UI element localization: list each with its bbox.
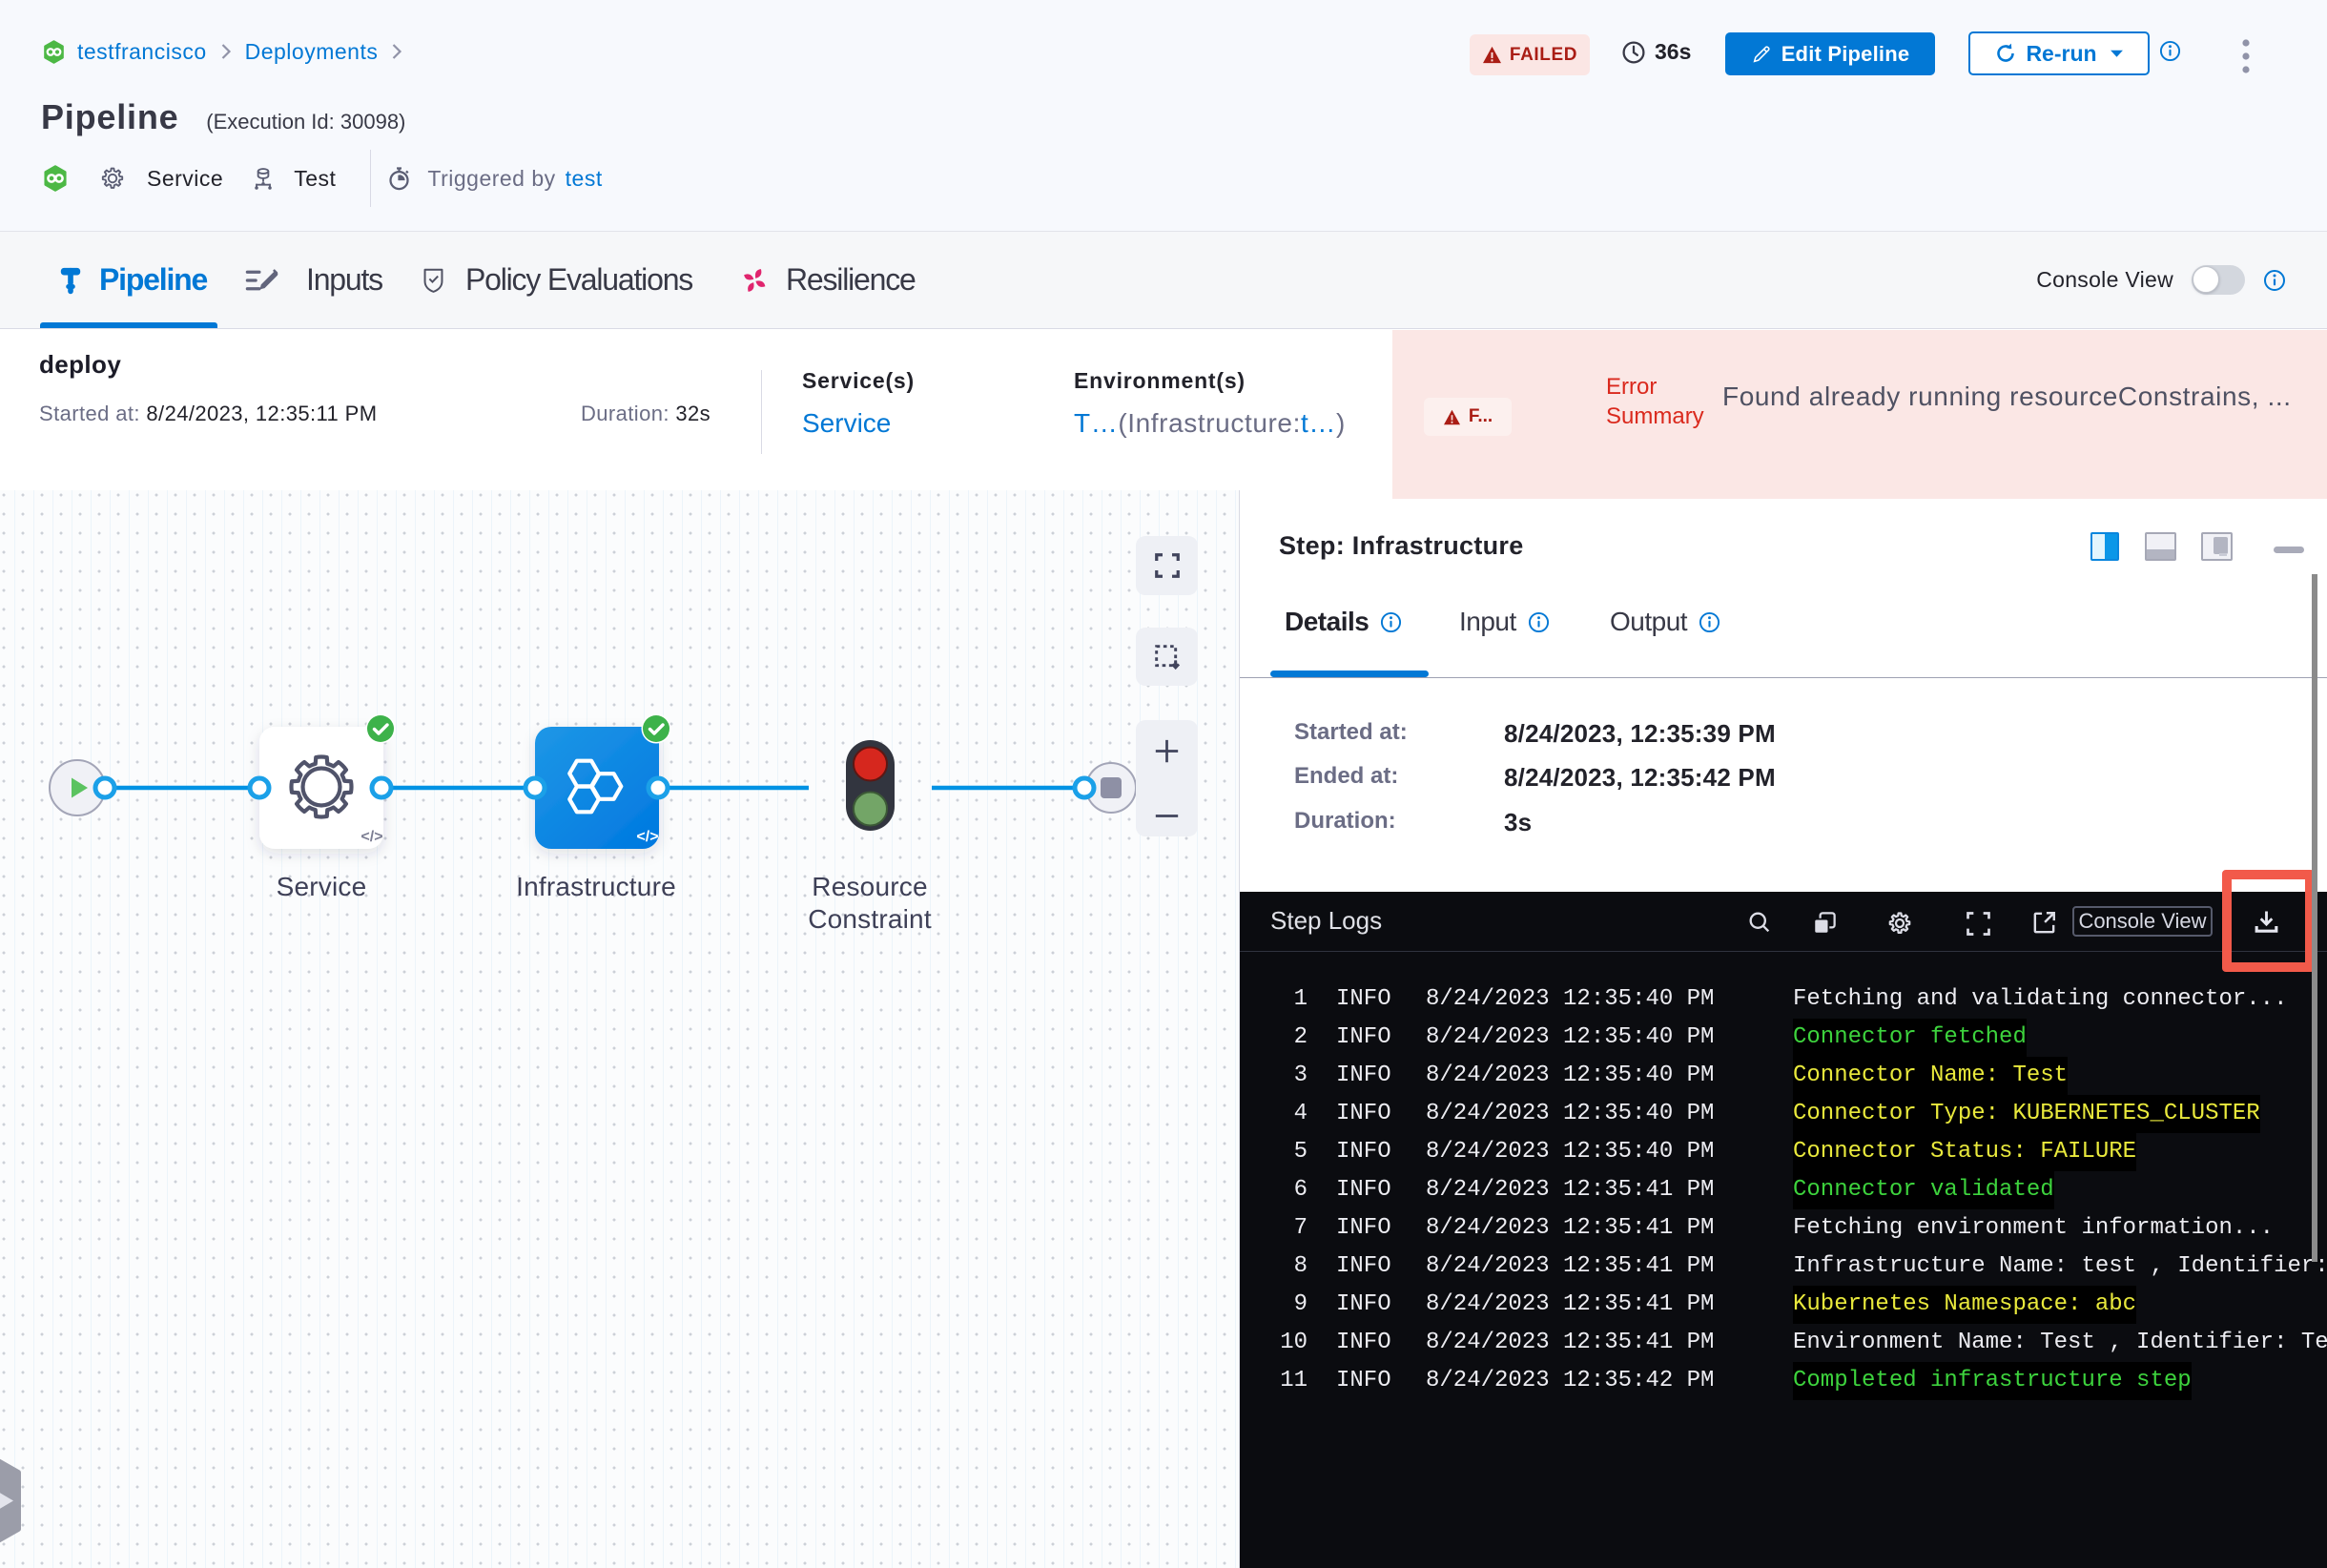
- svg-text:</>: </>: [360, 829, 382, 845]
- svg-text:</>: </>: [636, 829, 658, 845]
